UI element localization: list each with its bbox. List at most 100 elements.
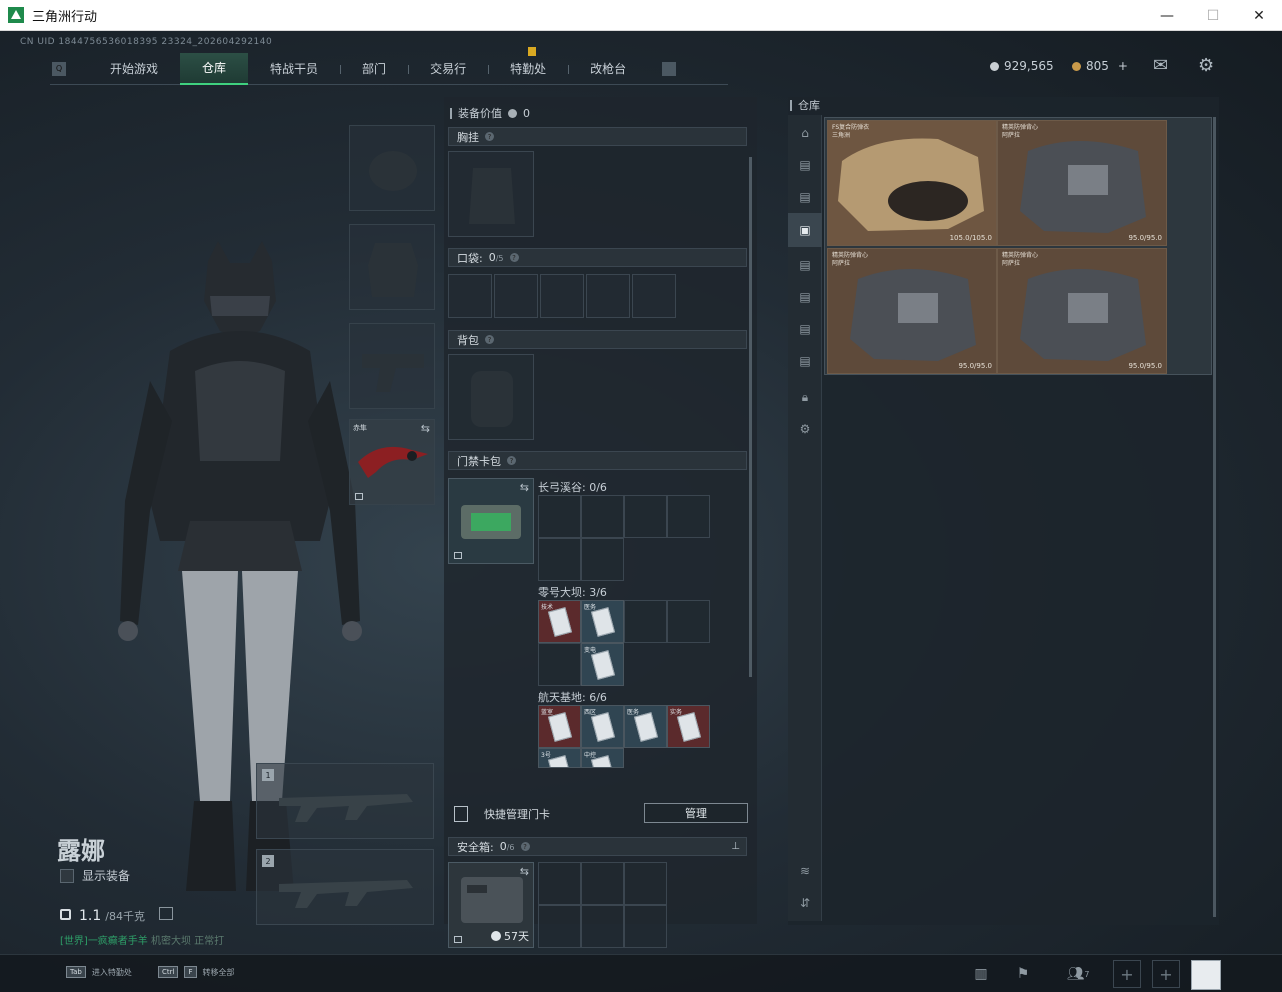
- swap-icon[interactable]: ⇆: [520, 481, 529, 494]
- keycard-item[interactable]: 实务: [667, 705, 710, 748]
- keycard-cell[interactable]: [667, 495, 710, 538]
- pin-icon[interactable]: ⊥: [731, 841, 740, 852]
- hint-enter-special-ops[interactable]: Tab 进入特勤处: [66, 966, 132, 978]
- safe-box-cell[interactable]: [538, 862, 581, 905]
- warehouse-item[interactable]: FS复合防弹衣 三角洲 105.0/105.0: [827, 120, 997, 246]
- divider: [790, 99, 792, 111]
- close-button[interactable]: ✕: [1236, 0, 1282, 31]
- silver-currency[interactable]: 929,565: [990, 59, 1054, 73]
- add-teammate-button[interactable]: +: [1113, 960, 1141, 988]
- keycard-item[interactable]: 技术: [538, 600, 581, 643]
- category-tab-4-icon[interactable]: ▤: [793, 253, 817, 277]
- stats-chart-icon[interactable]: ▥: [970, 963, 992, 985]
- nav-prev-key-icon[interactable]: Q: [52, 61, 66, 76]
- keycard-cell[interactable]: [624, 495, 667, 538]
- swap-icon[interactable]: ⇆: [520, 865, 529, 878]
- add-gold-icon[interactable]: +: [1118, 59, 1128, 73]
- keycard-item[interactable]: 医务: [624, 705, 667, 748]
- flag-icon[interactable]: ⚑: [1012, 963, 1034, 985]
- keycard-item[interactable]: 变电: [581, 643, 624, 686]
- add-teammate-button[interactable]: +: [1152, 960, 1180, 988]
- keycard-item[interactable]: 蓝室: [538, 705, 581, 748]
- keycard-icon: [547, 607, 573, 637]
- chat-message[interactable]: [世界]一疯癫者手羊 机密大坝 正常打: [60, 932, 224, 947]
- safe-box-cell[interactable]: [581, 862, 624, 905]
- safe-box-cell[interactable]: [624, 862, 667, 905]
- tab-operators[interactable]: 特战干员: [248, 53, 342, 85]
- help-icon[interactable]: ?: [509, 253, 519, 262]
- tab-department[interactable]: 部门: [340, 53, 410, 85]
- help-icon[interactable]: ?: [485, 335, 494, 344]
- pocket-cell[interactable]: [540, 274, 584, 318]
- chest-rig-slot[interactable]: [448, 151, 534, 237]
- keycard-cell[interactable]: [581, 538, 624, 581]
- keycard-cell[interactable]: [538, 538, 581, 581]
- safe-box-cell[interactable]: [538, 905, 581, 948]
- keycard-item[interactable]: 中控: [581, 748, 624, 768]
- weight-list-icon[interactable]: [158, 907, 173, 920]
- help-icon[interactable]: ?: [520, 842, 530, 851]
- mail-icon[interactable]: ✉: [1153, 55, 1168, 76]
- pocket-cell[interactable]: [448, 274, 492, 318]
- category-tab-2-icon[interactable]: ▤: [793, 185, 817, 209]
- keycard-cell[interactable]: [667, 600, 710, 643]
- show-equipment-toggle[interactable]: 显示装备: [60, 867, 130, 884]
- category-armor-icon[interactable]: ▣: [788, 213, 822, 247]
- primary-weapon-slot-2[interactable]: 2: [256, 849, 434, 925]
- primary-weapon-slot-1[interactable]: 1: [256, 763, 434, 839]
- warehouse-scrollbar[interactable]: [1213, 117, 1216, 917]
- category-tab-1-icon[interactable]: ▤: [793, 153, 817, 177]
- tab-warehouse[interactable]: 仓库: [180, 52, 249, 85]
- category-tab-7-icon[interactable]: ▤: [793, 349, 817, 373]
- keycard-item[interactable]: 医务: [581, 600, 624, 643]
- tab-gunsmith[interactable]: 改枪台: [568, 53, 648, 85]
- category-lock-icon[interactable]: 🔒︎: [793, 385, 817, 409]
- warehouse-item[interactable]: 精英防弹背心 阿萨拉 95.0/95.0: [997, 120, 1167, 246]
- tab-special-ops[interactable]: 特勤处: [488, 46, 570, 85]
- safe-box-slot[interactable]: ⇆ 57天: [448, 862, 534, 948]
- sort-icon[interactable]: ⇵: [793, 891, 817, 915]
- armor-slot[interactable]: [349, 224, 435, 310]
- hint-transfer-all[interactable]: Ctrl F 转移全部: [158, 966, 235, 978]
- settings-gear-icon[interactable]: ⚙: [1198, 55, 1214, 76]
- tab-trade[interactable]: 交易行: [408, 53, 490, 85]
- maximize-button[interactable]: ☐: [1190, 0, 1236, 31]
- player-avatar[interactable]: [1191, 960, 1221, 990]
- loadout-scrollbar[interactable]: [749, 157, 752, 677]
- alert-badge-icon: [528, 46, 537, 56]
- category-settings-icon[interactable]: ⚙: [793, 417, 817, 441]
- show-equipment-checkbox[interactable]: [60, 868, 74, 883]
- keycard-cell[interactable]: [538, 495, 581, 538]
- help-icon[interactable]: ?: [485, 132, 494, 141]
- manage-button[interactable]: 管理: [644, 803, 748, 823]
- pocket-cell[interactable]: [632, 274, 676, 318]
- friends-icon[interactable]: 👥︎ 7: [1060, 963, 1096, 985]
- keycard-cell[interactable]: [624, 600, 667, 643]
- keycard-cell[interactable]: [538, 643, 581, 686]
- warehouse-item[interactable]: 精英防弹背心 阿萨拉 95.0/95.0: [827, 248, 997, 374]
- pistol-slot[interactable]: [349, 323, 435, 409]
- category-tab-6-icon[interactable]: ▤: [793, 317, 817, 341]
- map-keycards-title: 长弓溪谷: 0/6: [538, 481, 607, 494]
- safe-box-cell[interactable]: [624, 905, 667, 948]
- nav-next-key-icon[interactable]: [662, 61, 677, 76]
- backpack-slot[interactable]: [448, 354, 534, 440]
- keycard-item[interactable]: 西区: [581, 705, 624, 748]
- warehouse-item[interactable]: 精英防弹背心 阿萨拉 95.0/95.0: [997, 248, 1167, 374]
- safe-box-cell[interactable]: [581, 905, 624, 948]
- keycard-item[interactable]: 3号: [538, 748, 581, 768]
- minimize-button[interactable]: —: [1144, 0, 1190, 31]
- stack-layers-icon[interactable]: ≋: [793, 859, 817, 883]
- pocket-cell[interactable]: [586, 274, 630, 318]
- melee-slot[interactable]: 赤隼 ⇆: [349, 419, 435, 505]
- keycard-cell[interactable]: [581, 495, 624, 538]
- tab-start-game[interactable]: 开始游戏: [88, 53, 182, 85]
- keycard-case-slot[interactable]: ⇆: [448, 478, 534, 564]
- helmet-slot[interactable]: [349, 125, 435, 211]
- category-all-icon[interactable]: ⌂: [793, 121, 817, 145]
- pocket-cell[interactable]: [494, 274, 538, 318]
- category-tab-5-icon[interactable]: ▤: [793, 285, 817, 309]
- gold-currency[interactable]: 805 +: [1072, 59, 1128, 73]
- help-icon[interactable]: ?: [507, 456, 516, 465]
- keycard-name: 3号: [541, 752, 551, 759]
